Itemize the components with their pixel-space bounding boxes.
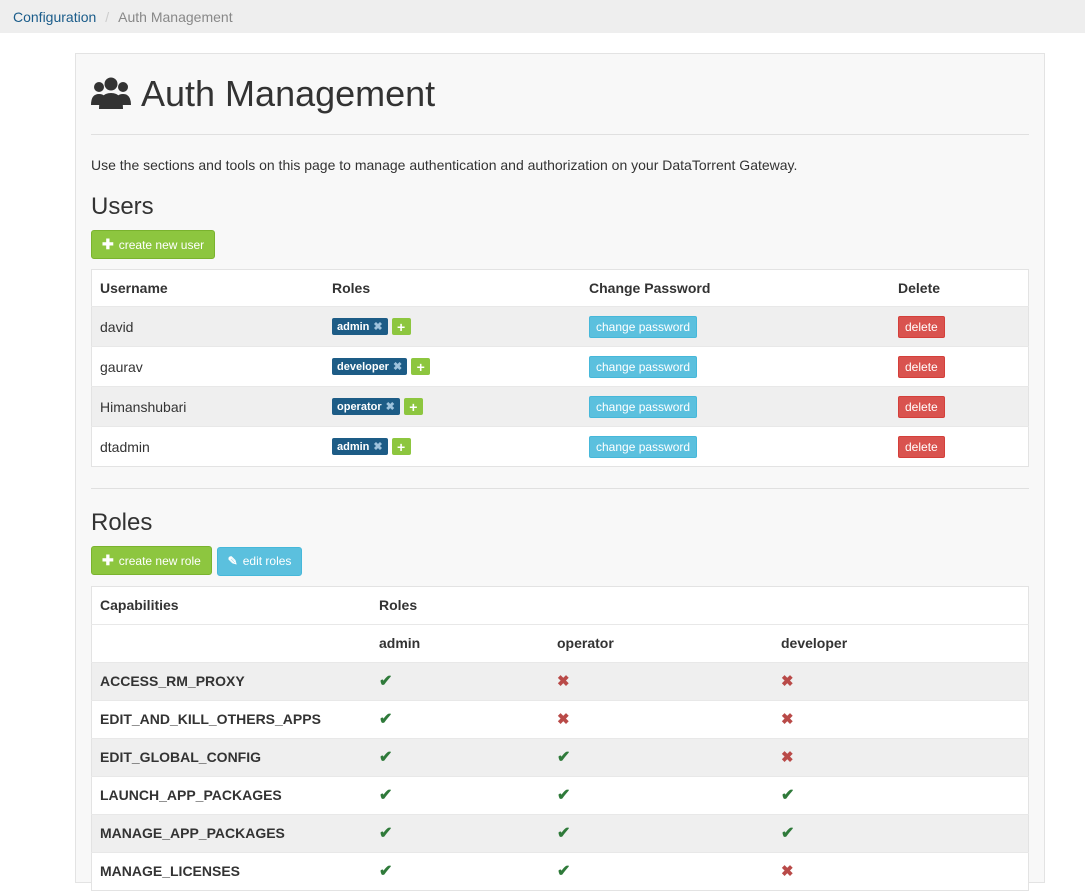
page-intro: Use the sections and tools on this page … (91, 157, 798, 173)
table-row: dtadmin admin ✖ + change password delete (91, 426, 1029, 467)
users-table: Username Roles Change Password Delete da… (91, 269, 1029, 467)
change-password-button[interactable]: change password (589, 395, 698, 418)
section-divider (91, 488, 1029, 489)
check-icon: ✔ (557, 863, 571, 880)
pencil-icon: ✎ (227, 554, 238, 568)
username-cell: gaurav (91, 346, 324, 387)
check-icon: ✔ (557, 825, 571, 842)
username-cell: Himanshubari (91, 386, 324, 427)
role-tag: operator ✖ (332, 398, 400, 416)
change-password-button[interactable]: change password (589, 355, 698, 378)
capability-name: MANAGE_LICENSES (91, 851, 371, 890)
role-tag: admin ✖ (332, 318, 388, 336)
col-delete: Delete (898, 280, 941, 296)
role-name-admin: admin (379, 635, 421, 651)
cross-icon: ✖ (557, 673, 570, 690)
cross-icon: ✖ (557, 711, 570, 728)
plus-icon: ✚ (102, 236, 114, 252)
capability-name: EDIT_GLOBAL_CONFIG (91, 737, 371, 776)
role-tag: developer ✖ (332, 358, 408, 376)
table-row: Himanshubari operator ✖ + change password … (91, 386, 1029, 427)
check-icon: ✔ (379, 863, 393, 880)
breadcrumb-current: Auth Management (118, 8, 233, 25)
check-icon: ✔ (781, 825, 795, 842)
remove-role-icon[interactable]: ✖ (373, 320, 382, 333)
table-row: gaurav developer ✖ + change password delet… (91, 346, 1029, 387)
create-user-label: create new user (118, 237, 205, 252)
capabilities-table: Capabilities Roles admin operator develo… (91, 585, 1029, 891)
delete-user-button[interactable]: delete (898, 395, 945, 418)
col-roles: Roles (379, 597, 418, 613)
users-icon (91, 77, 131, 109)
remove-role-icon[interactable]: ✖ (386, 400, 395, 413)
check-icon: ✔ (557, 787, 571, 804)
role-name-developer: developer (781, 635, 848, 651)
col-username: Username (100, 280, 168, 296)
main-panel: Auth Management Use the sections and too… (75, 53, 1045, 891)
check-icon: ✔ (379, 825, 393, 842)
check-icon: ✔ (557, 749, 571, 766)
users-heading: Users (91, 193, 154, 220)
add-role-button[interactable]: + (391, 438, 411, 456)
add-role-button[interactable]: + (411, 358, 431, 376)
add-role-button[interactable]: + (403, 398, 423, 416)
capability-name: ACCESS_RM_PROXY (91, 661, 371, 700)
check-icon: ✔ (379, 673, 393, 690)
breadcrumb: Configuration / Auth Management (0, 0, 1085, 33)
cross-icon: ✖ (781, 673, 794, 690)
create-role-button[interactable]: ✚ create new role (91, 546, 212, 575)
capability-name: LAUNCH_APP_PACKAGES (91, 775, 371, 814)
col-roles: Roles (332, 280, 371, 296)
check-icon: ✔ (379, 711, 393, 728)
breadcrumb-configuration-link[interactable]: Configuration (13, 9, 96, 25)
change-password-button[interactable]: change password (589, 315, 698, 338)
capability-name: MANAGE_APP_PACKAGES (91, 813, 371, 852)
username-cell: dtadmin (91, 426, 324, 467)
check-icon: ✔ (379, 787, 393, 804)
remove-role-icon[interactable]: ✖ (373, 440, 382, 453)
change-password-button[interactable]: change password (589, 435, 698, 458)
table-row: MANAGE_LICENSES ✔ ✔ ✖ (91, 851, 1029, 890)
remove-role-icon[interactable]: ✖ (393, 360, 402, 373)
table-row: EDIT_GLOBAL_CONFIG ✔ ✔ ✖ (91, 737, 1029, 776)
page-title: Auth Management (141, 73, 436, 114)
delete-user-button[interactable]: delete (898, 315, 945, 338)
table-row: LAUNCH_APP_PACKAGES ✔ ✔ ✔ (91, 775, 1029, 814)
edit-roles-button[interactable]: ✎ edit roles (216, 546, 303, 576)
roles-heading: Roles (91, 509, 153, 536)
capability-name: EDIT_AND_KILL_OTHERS_APPS (91, 699, 371, 738)
check-icon: ✔ (379, 749, 393, 766)
create-user-button[interactable]: ✚ create new user (91, 230, 216, 259)
add-role-button[interactable]: + (391, 318, 411, 336)
role-tag: admin ✖ (332, 438, 388, 456)
create-role-label: create new role (118, 553, 201, 568)
role-name-operator: operator (557, 635, 614, 651)
table-row: david admin ✖ + change password delete (91, 306, 1029, 347)
table-row: MANAGE_APP_PACKAGES ✔ ✔ ✔ (91, 813, 1029, 852)
edit-roles-label: edit roles (242, 554, 292, 568)
cross-icon: ✖ (781, 711, 794, 728)
col-capabilities: Capabilities (100, 597, 179, 613)
username-cell: david (91, 306, 324, 347)
col-change-password: Change Password (589, 280, 711, 296)
delete-user-button[interactable]: delete (898, 435, 945, 458)
check-icon: ✔ (781, 787, 795, 804)
cross-icon: ✖ (781, 863, 794, 880)
plus-icon: ✚ (102, 552, 114, 568)
table-row: ACCESS_RM_PROXY ✔ ✖ ✖ (91, 661, 1029, 700)
page-header: Auth Management (91, 54, 1029, 135)
delete-user-button[interactable]: delete (898, 355, 945, 378)
table-row: EDIT_AND_KILL_OTHERS_APPS ✔ ✖ ✖ (91, 699, 1029, 738)
breadcrumb-separator: / (105, 8, 110, 25)
cross-icon: ✖ (781, 749, 794, 766)
